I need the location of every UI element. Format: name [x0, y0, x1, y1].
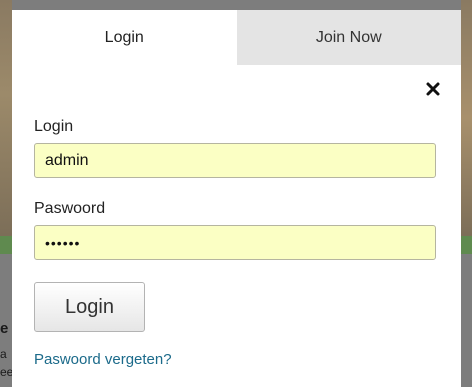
tab-join-now-label: Join Now — [315, 28, 382, 46]
background-text-fragment: a — [0, 347, 7, 361]
background-photo-right — [461, 0, 472, 236]
background-photo-left — [0, 0, 12, 236]
tab-login[interactable]: Login — [12, 10, 237, 65]
password-input[interactable] — [34, 225, 436, 260]
tab-join-now[interactable]: Join Now — [236, 10, 461, 65]
modal-tabs: Login Join Now — [12, 10, 461, 65]
close-icon — [426, 82, 440, 96]
login-input[interactable] — [34, 143, 436, 178]
password-field-label: Paswoord — [34, 200, 106, 217]
tab-login-label: Login — [104, 28, 144, 46]
forgot-password-link[interactable]: Paswoord vergeten? — [34, 351, 172, 368]
login-modal: Login Join Now Login Paswoord Login Pasw… — [12, 10, 461, 387]
login-button[interactable]: Login — [34, 282, 145, 332]
background-text-fragment: e — [0, 320, 9, 337]
close-button[interactable] — [425, 81, 441, 97]
login-field-label: Login — [34, 118, 74, 135]
